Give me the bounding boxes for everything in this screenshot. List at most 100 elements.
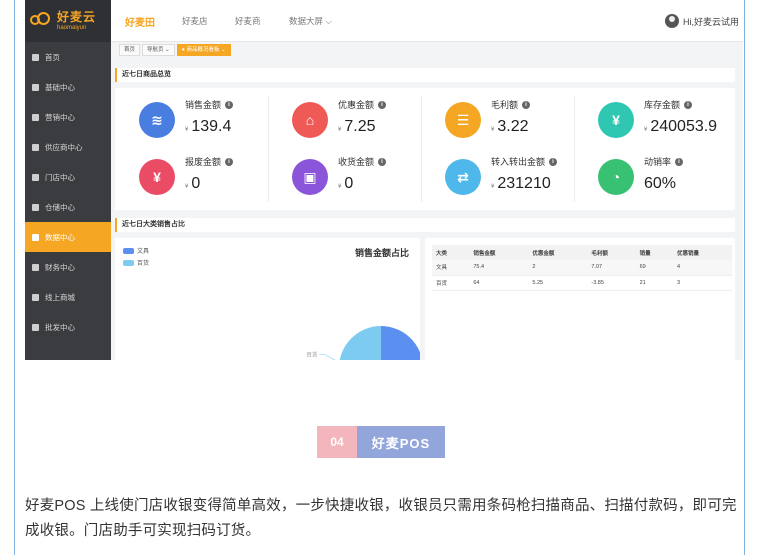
store-icon	[32, 173, 39, 181]
tab-haomaitian[interactable]: 好麦田	[125, 14, 155, 29]
stat-card[interactable]: ¥ 库存金额 i ¥240053.9	[574, 92, 724, 148]
stat-label: 库存金额 i	[644, 98, 693, 111]
app-screenshot: 好麦云 haomaiyun 首页 基础中心 营销中心 供应商中心 门店中心 仓储…	[25, 0, 743, 360]
wallet-icon	[32, 263, 39, 271]
overview-panel: ≋ 销售金额 i ¥139.4 ⌂ 优惠金额 i ¥7.25 ☰ 毛利额 i ¥3.22 ¥ 库存金额 i ¥…	[115, 88, 735, 210]
slice-label-line	[319, 354, 336, 360]
column-header[interactable]: 优惠金额	[528, 245, 588, 260]
chart-icon	[32, 233, 39, 241]
column-header[interactable]: 销售金额	[469, 245, 529, 260]
stat-label: 销售金额 i	[185, 98, 234, 111]
warehouse-icon: ¥	[598, 102, 634, 138]
stat-value: ¥139.4	[185, 118, 232, 135]
sidebar-item-data[interactable]: 数据中心	[25, 222, 111, 252]
currency-symbol: ¥	[644, 127, 648, 133]
column-header[interactable]: 大类	[432, 245, 470, 260]
table-cell: 2	[528, 260, 588, 276]
section-badge: 04 好麦POS	[317, 426, 445, 458]
currency-symbol: ¥	[491, 127, 495, 133]
table-cell: 4	[672, 260, 732, 276]
description-paragraph: 好麦POS 上线使门店收银变得简单高效，一步快捷收银，收银员只需用条码枪扫描商品…	[25, 498, 737, 539]
tag-icon: ⌂	[292, 102, 328, 138]
info-icon[interactable]: i	[675, 157, 684, 166]
logo[interactable]: 好麦云 haomaiyun	[25, 0, 111, 42]
column-header[interactable]: 优惠销量	[672, 245, 732, 260]
stat-card[interactable]: ☰ 毛利额 i ¥3.22	[421, 92, 571, 148]
table-cell: 7.07	[587, 260, 636, 276]
info-icon[interactable]: i	[522, 100, 531, 109]
breadcrumb-home[interactable]: 首页	[119, 44, 141, 56]
megaphone-icon	[32, 113, 39, 121]
sidebar-item-home[interactable]: 首页	[25, 42, 111, 72]
column-header[interactable]: 毛利额	[587, 245, 636, 260]
category-table-panel: 大类 销售金额 优惠金额 毛利额 销量 优惠销量 文具 75.4 2 7.07	[425, 238, 735, 360]
sidebar-item-online-mall[interactable]: 线上商城	[25, 282, 111, 312]
stat-value: 60%	[644, 175, 677, 192]
sidebar-item-label: 数据中心	[45, 232, 75, 242]
stat-value: ¥3.22	[491, 118, 529, 135]
sidebar-item-label: 线上商城	[45, 292, 75, 302]
info-icon[interactable]: i	[684, 100, 693, 109]
warehouse-icon	[32, 203, 39, 211]
sidebar-item-label: 基础中心	[45, 82, 75, 92]
logo-mark-icon	[30, 12, 54, 30]
table-row[interactable]: 文具 75.4 2 7.07 69 4	[432, 260, 732, 276]
table-cell: -3.85	[587, 275, 636, 291]
stat-card[interactable]: ▣ 收货金额 i ¥0	[268, 149, 418, 205]
sidebar-item-marketing[interactable]: 营销中心	[25, 102, 111, 132]
currency-symbol: ¥	[338, 184, 342, 190]
stat-card[interactable]: ¥ 报废金额 i ¥0	[115, 149, 265, 205]
badge-number: 04	[317, 426, 357, 458]
cart-icon	[32, 293, 39, 301]
stat-card[interactable]: ⇄ 转入转出金额 i ¥231210	[421, 149, 571, 205]
pie-chart-panel: 文具 百货 销售金额占比 百货	[115, 238, 420, 360]
user-menu[interactable]: Hi,好麦云试用	[665, 14, 739, 28]
table-row[interactable]: 百货 64 5.25 -3.85 21 3	[432, 275, 732, 291]
user-greeting: Hi,好麦云试用	[683, 16, 739, 27]
table-cell: 百货	[432, 275, 470, 291]
breadcrumb-product-board[interactable]: ● 商品概况看板 ⌄	[176, 44, 231, 56]
stat-label: 优惠金额 i	[338, 98, 387, 111]
category-title: 近七日大类销售占比	[115, 218, 735, 232]
stat-card[interactable]: ≋ 销售金额 i ¥139.4	[115, 92, 265, 148]
sidebar-item-warehouse[interactable]: 仓储中心	[25, 192, 111, 222]
sidebar-item-label: 批发中心	[45, 322, 75, 332]
column-header[interactable]: 销量	[635, 245, 673, 260]
sidebar-item-label: 门店中心	[45, 172, 75, 182]
currency-symbol: ¥	[185, 184, 189, 190]
breadcrumb-nav[interactable]: 导航页 ⌄	[142, 44, 175, 56]
stat-label: 转入转出金额 i	[491, 155, 558, 168]
table-cell: 21	[635, 275, 673, 291]
info-icon[interactable]: i	[378, 157, 387, 166]
info-icon[interactable]: i	[378, 100, 387, 109]
sidebar-item-basic[interactable]: 基础中心	[25, 72, 111, 102]
stat-value: ¥0	[185, 175, 201, 192]
stat-label: 收货金额 i	[338, 155, 387, 168]
table-cell: 文具	[432, 260, 470, 276]
info-icon[interactable]: i	[549, 157, 558, 166]
stat-card[interactable]: ⌂ 优惠金额 i ¥7.25	[268, 92, 418, 148]
pie-slice[interactable]	[339, 326, 381, 360]
table-cell: 5.25	[528, 275, 588, 291]
tab-data-screen[interactable]: 数据大屏 ⌵	[289, 15, 332, 27]
info-icon[interactable]: i	[225, 100, 234, 109]
stat-card[interactable]: ◔ 动销率 i 60%	[574, 149, 724, 205]
tab-haomaishang[interactable]: 好麦商	[235, 15, 261, 27]
table-cell: 64	[469, 275, 529, 291]
tab-haomaidian[interactable]: 好麦店	[182, 15, 208, 27]
sidebar: 好麦云 haomaiyun 首页 基础中心 营销中心 供应商中心 门店中心 仓储…	[25, 0, 111, 360]
pie-chart: 百货	[306, 326, 420, 360]
category-table: 大类 销售金额 优惠金额 毛利额 销量 优惠销量 文具 75.4 2 7.07	[432, 245, 732, 291]
grid-icon	[32, 83, 39, 91]
sidebar-item-label: 首页	[45, 52, 60, 62]
stat-value: ¥0	[338, 175, 354, 192]
sidebar-item-wholesale[interactable]: 批发中心	[25, 312, 111, 342]
sidebar-item-store[interactable]: 门店中心	[25, 162, 111, 192]
home-icon	[32, 53, 39, 61]
sidebar-item-supplier[interactable]: 供应商中心	[25, 132, 111, 162]
info-icon[interactable]: i	[225, 157, 234, 166]
table-header-row: 大类 销售金额 优惠金额 毛利额 销量 优惠销量	[432, 245, 732, 260]
table-cell: 69	[635, 260, 673, 276]
sidebar-item-finance[interactable]: 财务中心	[25, 252, 111, 282]
box-icon: ▣	[292, 159, 328, 195]
